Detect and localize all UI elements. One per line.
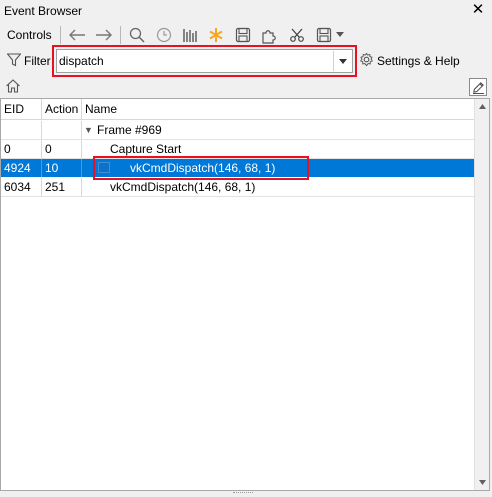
chevron-down-icon[interactable] <box>333 51 351 71</box>
name-cell: vkCmdDispatch(146, 68, 1) <box>82 178 475 196</box>
arrow-right-icon[interactable] <box>94 25 114 45</box>
nav-row <box>0 76 492 98</box>
bookmark-icon[interactable] <box>98 162 110 173</box>
home-icon[interactable] <box>5 78 21 97</box>
tree-row-dispatch[interactable]: 6034 251 vkCmdDispatch(146, 68, 1) <box>1 178 475 196</box>
resize-grip[interactable] <box>233 492 253 495</box>
event-name: vkCmdDispatch(146, 68, 1) <box>130 161 276 175</box>
settings-help-button[interactable]: Settings & Help <box>359 52 460 70</box>
event-name: Capture Start <box>110 142 182 156</box>
toolbar-separator <box>120 26 121 44</box>
tree-header: EID Action Name <box>1 99 475 120</box>
gear-icon <box>359 52 374 70</box>
time-bars-icon[interactable] <box>180 25 200 45</box>
filter-input[interactable] <box>59 51 331 71</box>
action-cell: 0 <box>42 140 82 158</box>
name-cell: vkCmdDispatch(146, 68, 1) <box>82 159 475 177</box>
expand-arrow-icon[interactable]: ▼ <box>84 121 93 139</box>
eid-cell: 0 <box>1 140 42 158</box>
filter-row: Filter Settings & Help <box>0 47 492 75</box>
title-bar: Event Browser ✕ <box>0 0 492 22</box>
action-cell: 10 <box>42 159 82 177</box>
controls-label: Controls <box>7 28 52 42</box>
scroll-up-icon[interactable] <box>475 99 490 114</box>
column-header-action[interactable]: Action <box>42 99 82 120</box>
frame-label: Frame #969 <box>97 123 162 137</box>
controls-toolbar: Controls <box>0 23 492 47</box>
column-header-eid[interactable]: EID <box>1 99 42 120</box>
eid-cell <box>1 121 42 139</box>
tree-row-capture-start[interactable]: 0 0 Capture Start <box>1 140 475 158</box>
column-header-name[interactable]: Name <box>82 99 475 120</box>
action-cell <box>42 121 82 139</box>
event-tree[interactable]: EID Action Name ▼ Frame #969 0 0 Capture… <box>0 98 490 491</box>
tree-row-frame[interactable]: ▼ Frame #969 <box>1 121 475 139</box>
puzzle-icon[interactable] <box>260 25 280 45</box>
toolbar-separator <box>60 26 61 44</box>
edit-icon[interactable] <box>469 78 487 96</box>
settings-help-label: Settings & Help <box>377 54 460 68</box>
tree-row-dispatch-selected[interactable]: 4924 10 vkCmdDispatch(146, 68, 1) <box>1 159 475 177</box>
action-cell: 251 <box>42 178 82 196</box>
chevron-down-icon[interactable] <box>334 25 346 45</box>
filter-label: Filter <box>24 54 51 68</box>
save-dropdown-icon[interactable] <box>314 25 334 45</box>
asterisk-icon[interactable] <box>206 25 226 45</box>
name-cell: ▼ Frame #969 <box>82 121 475 139</box>
close-icon[interactable]: ✕ <box>470 1 486 19</box>
scroll-down-icon[interactable] <box>475 475 490 490</box>
eid-cell: 4924 <box>1 159 42 177</box>
vertical-scrollbar[interactable] <box>474 99 489 490</box>
save-icon[interactable] <box>233 25 253 45</box>
event-browser-window: Event Browser ✕ Controls Filter dispatch… <box>0 0 492 497</box>
search-icon[interactable] <box>127 25 147 45</box>
scissors-icon[interactable] <box>287 25 307 45</box>
clock-icon[interactable] <box>154 25 174 45</box>
eid-cell: 6034 <box>1 178 42 196</box>
window-title: Event Browser <box>4 4 83 18</box>
arrow-left-icon[interactable] <box>67 25 87 45</box>
name-cell: Capture Start <box>82 140 475 158</box>
row-divider <box>1 196 475 197</box>
event-name: vkCmdDispatch(146, 68, 1) <box>110 180 256 194</box>
filter-combo[interactable] <box>56 49 353 73</box>
filter-icon <box>6 53 22 70</box>
